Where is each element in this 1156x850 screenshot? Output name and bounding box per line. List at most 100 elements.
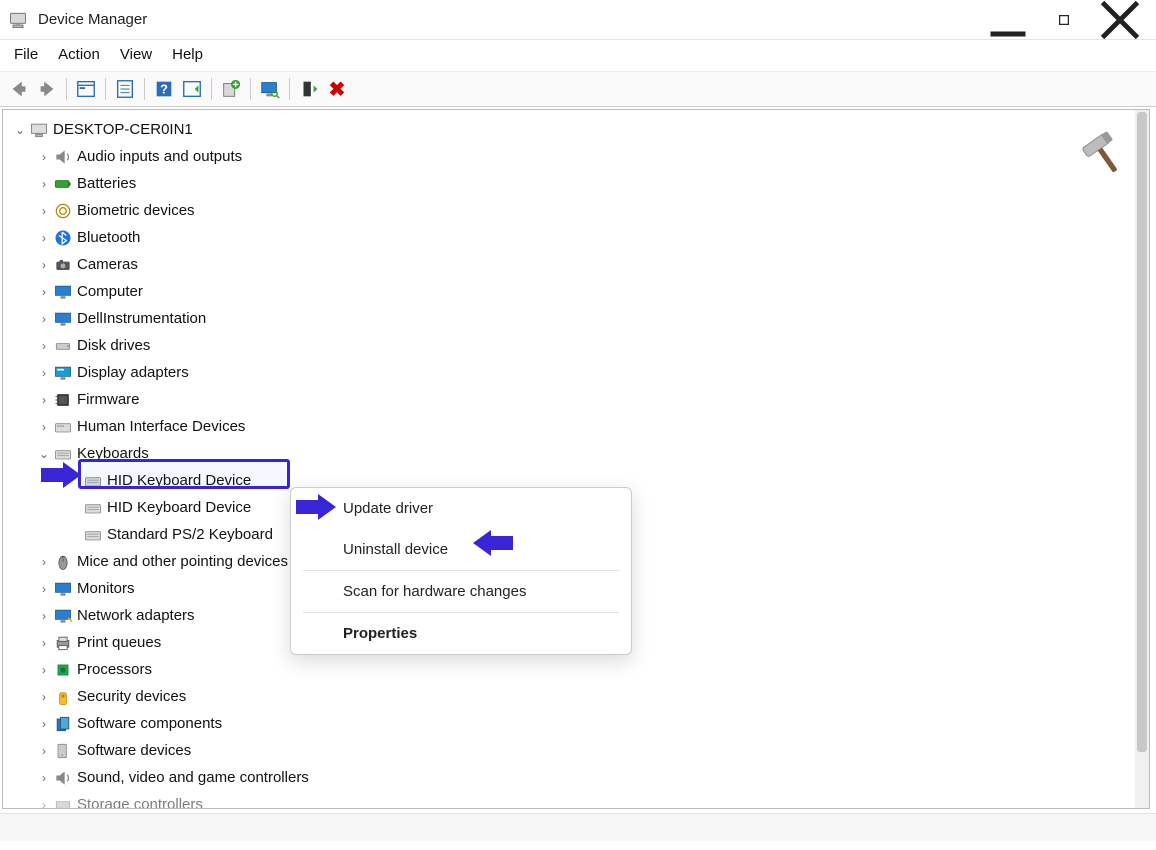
close-icon	[1092, 0, 1148, 48]
camera-icon	[53, 255, 73, 275]
expand-icon[interactable]: ›	[37, 232, 51, 244]
tree-item[interactable]: ›Security devices	[7, 683, 1145, 710]
display-icon	[53, 363, 73, 383]
tree-item[interactable]: › Software devices	[7, 737, 1145, 764]
software-component-icon	[53, 714, 73, 734]
help-icon: ?	[153, 78, 175, 100]
tree-item[interactable]: ›Human Interface Devices	[7, 413, 1145, 440]
menu-file[interactable]: File	[14, 46, 38, 63]
tree-item[interactable]: ›Storage controllers	[7, 791, 1145, 809]
battery-icon	[53, 174, 73, 194]
tree-item[interactable]: › Computer	[7, 278, 1145, 305]
uninstall-device-button[interactable]: ✖	[324, 76, 350, 102]
cm-properties[interactable]: Properties	[291, 613, 631, 654]
device-tree[interactable]: ⌄ DESKTOP-CER0IN1 ›Audio inputs and outp…	[3, 110, 1149, 809]
cm-update-driver[interactable]: Update driver	[291, 488, 631, 529]
tree-item[interactable]: ›Software components	[7, 710, 1145, 737]
context-menu: Update driver Uninstall device Scan for …	[290, 487, 632, 655]
titlebar: Device Manager	[0, 0, 1156, 40]
item-label: Software devices	[77, 743, 191, 758]
scrollbar-thumb[interactable]	[1137, 112, 1147, 752]
show-hidden-button[interactable]	[73, 76, 99, 102]
tree-item-keyboards[interactable]: ⌄Keyboards	[7, 440, 1145, 467]
menu-action[interactable]: Action	[58, 46, 100, 63]
item-label: Monitors	[77, 581, 135, 596]
arrow-left-icon	[8, 78, 30, 100]
expand-icon[interactable]: ›	[37, 286, 51, 298]
menu-view[interactable]: View	[120, 46, 152, 63]
red-x-icon: ✖	[329, 77, 346, 102]
expand-icon[interactable]: ›	[37, 259, 51, 271]
expand-icon[interactable]: ›	[37, 205, 51, 217]
scan-hardware-button[interactable]	[257, 76, 283, 102]
expand-icon[interactable]: ›	[37, 394, 51, 406]
properties-button[interactable]	[112, 76, 138, 102]
expand-icon[interactable]: ›	[37, 313, 51, 325]
tree-item[interactable]: ›Bluetooth	[7, 224, 1145, 251]
item-label: Cameras	[77, 257, 138, 272]
svg-text:?: ?	[160, 82, 168, 97]
item-label: Print queues	[77, 635, 161, 650]
item-label: Sound, video and game controllers	[77, 770, 309, 785]
expand-icon[interactable]: ›	[37, 664, 51, 676]
collapse-icon[interactable]: ⌄	[13, 124, 27, 136]
firmware-icon	[53, 390, 73, 410]
collapse-icon[interactable]: ⌄	[37, 448, 51, 460]
expand-icon[interactable]: ›	[37, 637, 51, 649]
forward-button[interactable]	[34, 76, 60, 102]
item-label: Computer	[77, 284, 143, 299]
cm-scan-hardware[interactable]: Scan for hardware changes	[291, 571, 631, 612]
enable-device-button[interactable]	[296, 76, 322, 102]
mouse-icon	[53, 552, 73, 572]
item-label: Processors	[77, 662, 152, 677]
help-button[interactable]: ?	[151, 76, 177, 102]
cm-uninstall-device[interactable]: Uninstall device	[291, 529, 631, 570]
tree-item[interactable]: › Processors	[7, 656, 1145, 683]
disk-icon	[53, 336, 73, 356]
tree-item[interactable]: › Biometric devices	[7, 197, 1145, 224]
expand-icon[interactable]: ›	[37, 583, 51, 595]
bluetooth-icon	[53, 228, 73, 248]
software-device-icon	[53, 741, 73, 761]
minimize-button[interactable]	[980, 2, 1036, 38]
tree-item[interactable]: ›Batteries	[7, 170, 1145, 197]
tree-item[interactable]: ›DellInstrumentation	[7, 305, 1145, 332]
expand-icon[interactable]: ›	[37, 556, 51, 568]
arrow-right-icon	[36, 78, 58, 100]
expand-icon[interactable]: ›	[37, 610, 51, 622]
vertical-scrollbar[interactable]	[1135, 110, 1149, 808]
tree-item[interactable]: › Display adapters	[7, 359, 1145, 386]
tree-item[interactable]: › Cameras	[7, 251, 1145, 278]
expand-icon[interactable]: ›	[37, 340, 51, 352]
close-button[interactable]	[1092, 2, 1148, 38]
expand-icon[interactable]: ›	[37, 178, 51, 190]
maximize-button[interactable]	[1036, 2, 1092, 38]
expand-icon[interactable]: ›	[37, 745, 51, 757]
keyboard-icon	[83, 471, 103, 491]
expand-icon[interactable]: ›	[37, 799, 51, 810]
item-label: Display adapters	[77, 365, 189, 380]
expand-icon[interactable]: ›	[37, 772, 51, 784]
tree-item[interactable]: ›Firmware	[7, 386, 1145, 413]
refresh-icon	[181, 78, 203, 100]
monitor-icon	[53, 309, 73, 329]
tree-item[interactable]: ›Audio inputs and outputs	[7, 143, 1145, 170]
refresh-button[interactable]	[179, 76, 205, 102]
properties-icon	[114, 78, 136, 100]
menu-help[interactable]: Help	[172, 46, 203, 63]
expand-icon[interactable]: ›	[37, 151, 51, 163]
monitor-icon	[53, 282, 73, 302]
expand-icon[interactable]: ›	[37, 367, 51, 379]
window-title: Device Manager	[38, 11, 147, 28]
tree-item[interactable]: ›Disk drives	[7, 332, 1145, 359]
update-driver-button[interactable]	[218, 76, 244, 102]
expand-icon[interactable]: ›	[37, 421, 51, 433]
tree-item[interactable]: › Sound, video and game controllers	[7, 764, 1145, 791]
item-label: Biometric devices	[77, 203, 195, 218]
expand-icon[interactable]: ›	[37, 718, 51, 730]
tree-root[interactable]: ⌄ DESKTOP-CER0IN1	[7, 116, 1145, 143]
update-icon	[220, 78, 242, 100]
keyboard-icon	[83, 525, 103, 545]
expand-icon[interactable]: ›	[37, 691, 51, 703]
back-button[interactable]	[6, 76, 32, 102]
